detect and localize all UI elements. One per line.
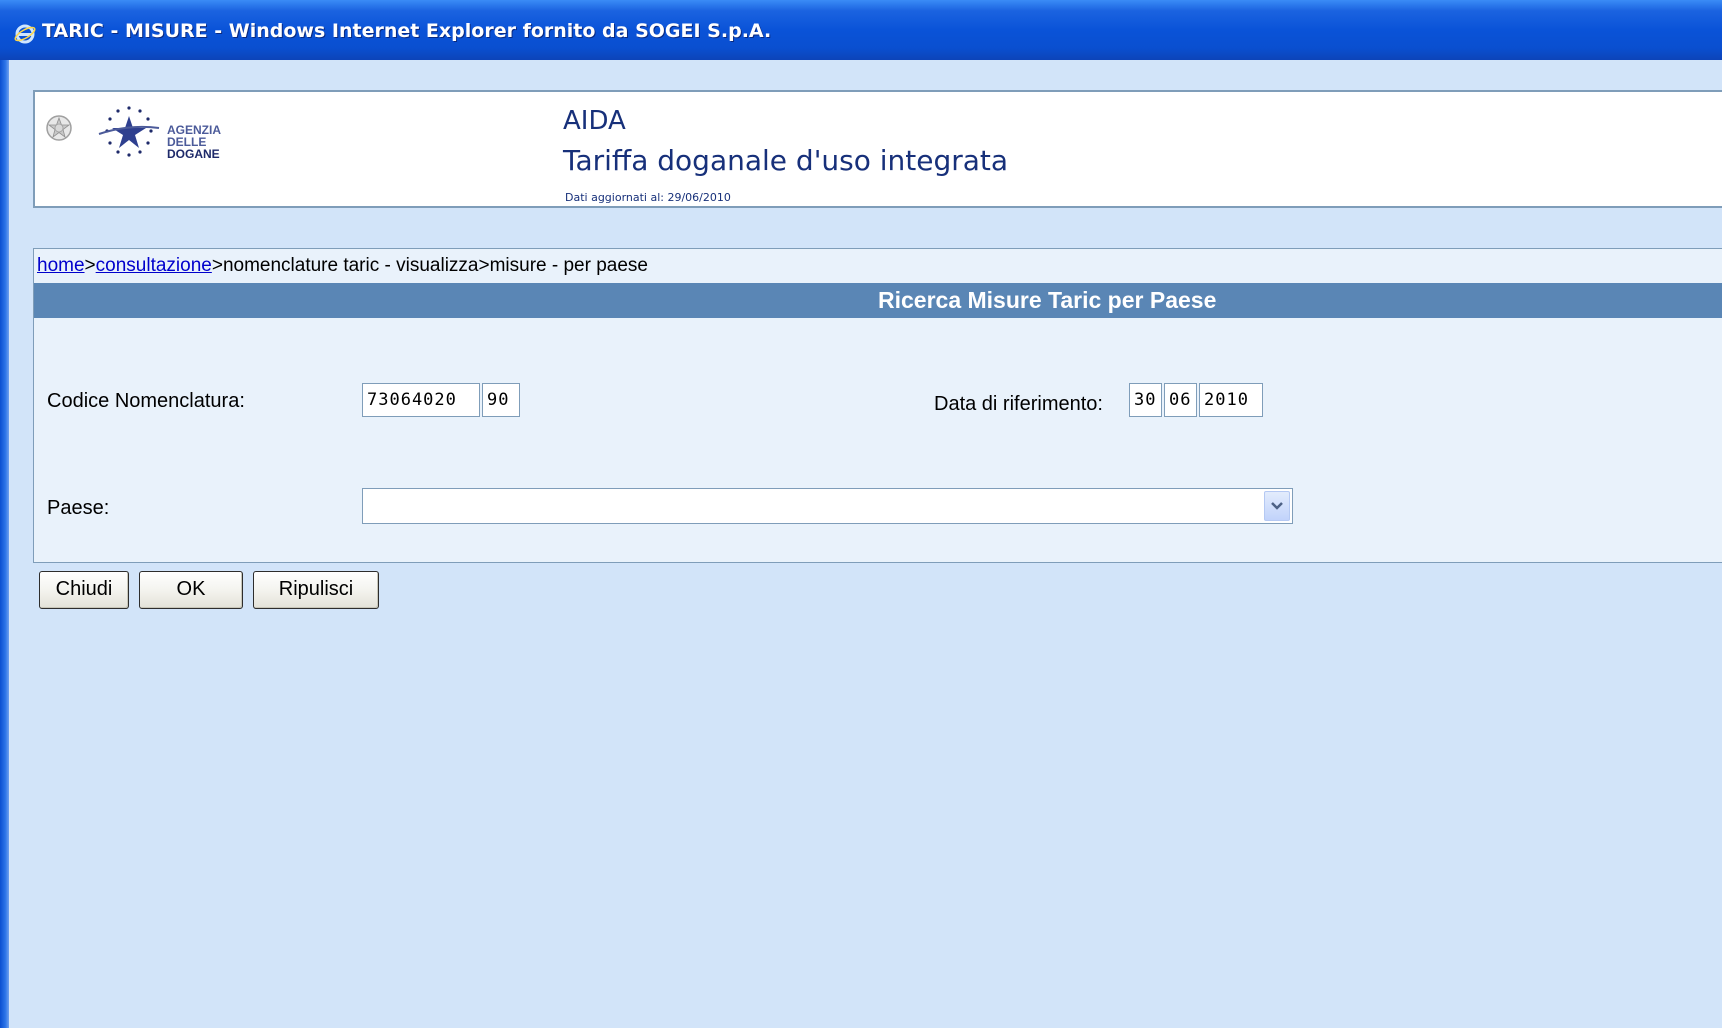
- breadcrumb-current-path: >nomenclature taric - visualizza>misure …: [211, 255, 648, 276]
- ripulisci-button[interactable]: Ripulisci: [253, 571, 379, 609]
- window-title: TARIC - MISURE - Windows Internet Explor…: [42, 20, 772, 42]
- codice-nomenclatura-label: Codice Nomenclatura:: [47, 390, 245, 412]
- site-header: AGENZIA DELLE DOGANE AIDA Tariffa dogana…: [33, 90, 1722, 208]
- agenzia-dogane-logo-icon: [98, 106, 160, 157]
- data-year-input[interactable]: 2010: [1199, 383, 1263, 417]
- title-bar: TARIC - MISURE - Windows Internet Explor…: [0, 0, 1722, 60]
- data-updated-text: Dati aggiornati al: 29/06/2010: [565, 191, 731, 204]
- breadcrumb-home-link[interactable]: home: [37, 255, 85, 276]
- codice-nomenclatura-suffix-input[interactable]: 90: [482, 383, 520, 417]
- chevron-down-icon: [1271, 502, 1283, 510]
- italian-republic-emblem-icon: [46, 115, 72, 141]
- paese-select[interactable]: [362, 488, 1293, 524]
- internet-explorer-icon: [14, 24, 36, 44]
- ok-button[interactable]: OK: [139, 571, 243, 609]
- window-frame-left: [0, 60, 9, 1028]
- chiudi-button[interactable]: Chiudi: [39, 571, 129, 609]
- breadcrumb-consultazione-link[interactable]: consultazione: [96, 255, 212, 276]
- page-content: AGENZIA DELLE DOGANE AIDA Tariffa dogana…: [9, 60, 1722, 1028]
- paese-label: Paese:: [47, 497, 110, 519]
- data-riferimento-label: Data di riferimento:: [934, 393, 1103, 415]
- breadcrumb-separator: >: [84, 255, 96, 276]
- breadcrumb: home>consultazione>nomenclature taric - …: [37, 255, 648, 277]
- search-panel: home>consultazione>nomenclature taric - …: [33, 248, 1722, 563]
- codice-nomenclatura-input[interactable]: 73064020: [362, 383, 480, 417]
- agenzia-dogane-logo-text: AGENZIA DELLE DOGANE: [167, 124, 221, 160]
- section-header: Ricerca Misure Taric per Paese: [34, 283, 1722, 318]
- section-title: Ricerca Misure Taric per Paese: [878, 287, 1217, 313]
- data-month-input[interactable]: 06: [1164, 383, 1197, 417]
- paese-dropdown-button[interactable]: [1264, 491, 1290, 521]
- logo-line-3: DOGANE: [167, 147, 220, 161]
- data-day-input[interactable]: 30: [1129, 383, 1162, 417]
- browser-window: TARIC - MISURE - Windows Internet Explor…: [0, 0, 1722, 1028]
- app-subtitle: Tariffa doganale d'uso integrata: [563, 144, 1009, 177]
- app-name: AIDA: [563, 106, 626, 136]
